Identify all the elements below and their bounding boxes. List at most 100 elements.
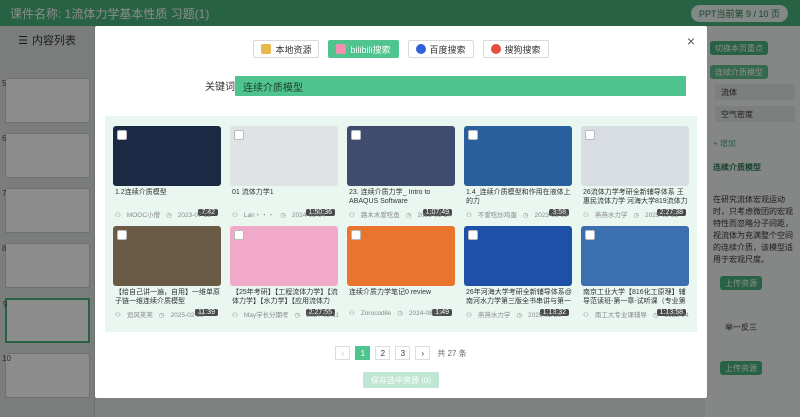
uploader-icon: ⚇	[232, 212, 238, 219]
select-checkbox[interactable]	[234, 230, 244, 240]
calendar-icon: ◷	[516, 312, 522, 319]
video-author: 追风笑笑	[126, 312, 153, 319]
video-card[interactable]: 2:27:38 26流体力学考研全新辅导体系 王惠民流体力学 河海大学819流体力…	[581, 126, 689, 219]
video-meta: ⚇ 南工大专业课辅导 ◷ 2023-04-27	[583, 309, 689, 319]
select-checkbox[interactable]	[351, 130, 361, 140]
video-title[interactable]: 1.2连续介质模型	[115, 188, 221, 197]
video-author: 路木木爱吃鱼	[360, 212, 400, 219]
select-checkbox[interactable]	[468, 130, 478, 140]
video-results-grid: 7:42 1.2连续介质模型 ⚇ MOOC小僧 ◷ 2023-07-12 1:50:36 01…	[105, 116, 697, 332]
video-author: Lan・・・	[243, 212, 275, 219]
video-card[interactable]: 1:50:36 01 流体力学1 ⚇ Lan・・・ ◷ 2024-09-04	[230, 126, 338, 219]
video-author: Zorocodile	[360, 310, 392, 317]
video-date: 2024-09-04	[291, 212, 326, 219]
pagination: ‹ 1 2 3 › 共 27 条	[95, 346, 707, 360]
calendar-icon: ◷	[397, 310, 403, 317]
baidu-search-button[interactable]: 百度搜索	[407, 40, 474, 58]
page-1-button[interactable]: 1	[355, 346, 371, 360]
video-thumbnail[interactable]	[581, 226, 689, 286]
video-thumbnail[interactable]	[347, 126, 455, 186]
uploader-icon: ⚇	[115, 312, 121, 319]
uploader-icon: ⚇	[583, 212, 589, 219]
uploader-icon: ⚇	[466, 212, 472, 219]
calendar-icon: ◷	[166, 212, 172, 219]
local-resource-label: 本地资源	[275, 44, 312, 55]
select-checkbox[interactable]	[351, 230, 361, 240]
select-checkbox[interactable]	[117, 130, 127, 140]
local-resource-button[interactable]: 本地资源	[253, 40, 320, 58]
video-title[interactable]: 1.4_连续介质模型和作用在液体上的力	[466, 188, 572, 206]
video-author: 不爱吃炒鸡蛋	[477, 212, 517, 219]
video-card[interactable]: 1:13:3226年河海大学考研全新辅导体系@南河水力学第三版全书串讲与第一章零…	[464, 226, 572, 319]
video-thumbnail[interactable]	[113, 126, 221, 186]
uploader-icon: ⚇	[232, 312, 238, 319]
video-date: 2023-07-12	[177, 212, 211, 219]
video-thumbnail[interactable]	[464, 226, 572, 286]
video-card[interactable]: 11:39 【给自己讲一遍，自用】一维单原子链一维连续介质模型 ⚇ 追风笑笑 ◷ 2025…	[113, 226, 221, 319]
video-card[interactable]: 1:07:49 23. 连续介质力学_ Intro to ABAQUS Softw…	[347, 126, 455, 219]
baidu-search-label: 百度搜索	[429, 44, 466, 55]
video-title[interactable]: 23. 连续介质力学_ Intro to ABAQUS Software	[349, 188, 455, 206]
bilibili-search-label: bilibili搜索	[350, 44, 391, 55]
save-selected-button[interactable]: 保存选中资源 (0)	[363, 372, 439, 388]
video-meta: ⚇ May学长分期考 ◷ 2024-03-11	[232, 309, 338, 319]
folder-icon	[261, 44, 272, 54]
prev-page-button[interactable]: ‹	[335, 346, 351, 360]
video-meta: ⚇ MOOC小僧 ◷ 2023-07-12	[115, 209, 221, 219]
video-meta: ⚇ 追风笑笑 ◷ 2025-02-25	[115, 309, 221, 319]
select-checkbox[interactable]	[234, 130, 244, 140]
video-author: 燕燕水力学	[594, 212, 628, 219]
video-meta: ⚇ 不爱吃炒鸡蛋 ◷ 2023-05-09	[466, 209, 572, 219]
video-thumbnail[interactable]	[581, 126, 689, 186]
calendar-icon: ◷	[652, 312, 659, 319]
select-checkbox[interactable]	[585, 130, 595, 140]
video-title[interactable]: 连续介质力学笔记0 review	[349, 288, 455, 297]
video-date: 2025-03-22	[645, 212, 679, 219]
video-card[interactable]: 1:13:58南京工业大学【816化工原理】辅导范读班-第一章-试听课（专业第一…	[581, 226, 689, 319]
calendar-icon: ◷	[294, 312, 301, 319]
video-date: 2023-04-27	[664, 312, 690, 319]
video-meta: ⚇ 燕燕水力学 ◷ 2025-02-26	[466, 309, 572, 319]
video-title[interactable]: 【25年考研】【工程流体力学】【流体力学】【水力学】【应用流体力学】…	[232, 288, 338, 306]
video-title[interactable]: 01 流体力学1	[232, 188, 338, 197]
video-thumbnail[interactable]	[113, 226, 221, 286]
sogou-search-button[interactable]: 搜狗搜索	[482, 40, 549, 58]
calendar-icon: ◷	[522, 212, 529, 219]
bilibili-search-button[interactable]: bilibili搜索	[328, 40, 399, 58]
video-title[interactable]: 【给自己讲一遍，自用】一维单原子链一维连续介质模型	[115, 288, 221, 306]
video-date: 2023-03-14	[417, 212, 451, 219]
video-card[interactable]: 7:42 1.2连续介质模型 ⚇ MOOC小僧 ◷ 2023-07-12	[113, 126, 221, 219]
video-title[interactable]: 26年河海大学考研全新辅导体系@南河水力学第三版全书串讲与第一章零基础建试听	[466, 288, 572, 306]
video-date: 2024-03-11	[306, 312, 338, 319]
keyword-input[interactable]: 连续介质模型	[235, 76, 686, 96]
video-card[interactable]: 3:58 1.4_连续介质模型和作用在液体上的力 ⚇ 不爱吃炒鸡蛋 ◷ 2023-05-0…	[464, 126, 572, 219]
video-title[interactable]: 26流体力学考研全新辅导体系 王惠民流体力学 河海大学819流体力学 全书…	[583, 188, 689, 206]
video-meta: ⚇ Lan・・・ ◷ 2024-09-04	[232, 209, 338, 219]
page-2-button[interactable]: 2	[375, 346, 391, 360]
video-meta: ⚇ 路木木爱吃鱼 ◷ 2023-03-14	[349, 209, 455, 219]
source-tabs: 本地资源 bilibili搜索 百度搜索 搜狗搜索	[95, 40, 707, 58]
select-checkbox[interactable]	[117, 230, 127, 240]
total-count: 共 27 条	[437, 348, 467, 358]
video-meta: ⚇ Zorocodile ◷ 2024-08-13	[349, 309, 455, 317]
video-author: 燕燕水力学	[477, 312, 511, 319]
video-card[interactable]: 1:49 连续介质力学笔记0 review ⚇ Zorocodile ◷ 2024-08-…	[347, 226, 455, 319]
page-3-button[interactable]: 3	[395, 346, 411, 360]
calendar-icon: ◷	[280, 212, 286, 219]
baidu-icon	[415, 44, 426, 54]
uploader-icon: ⚇	[115, 212, 121, 219]
video-thumbnail[interactable]	[464, 126, 572, 186]
video-date: 2023-05-09	[534, 212, 568, 219]
video-meta: ⚇ 燕燕水力学 ◷ 2025-03-22	[583, 209, 689, 219]
video-thumbnail[interactable]	[230, 126, 338, 186]
select-checkbox[interactable]	[468, 230, 478, 240]
next-page-button[interactable]: ›	[415, 346, 431, 360]
video-author: MOOC小僧	[126, 212, 161, 219]
video-title[interactable]: 南京工业大学【816化工原理】辅导范读班-第一章-试听课（专业第一学长…	[583, 288, 689, 306]
video-date: 2024-08-13	[408, 310, 443, 317]
calendar-icon: ◷	[405, 212, 412, 219]
video-card[interactable]: 2:27:55【25年考研】【工程流体力学】【流体力学】【水力学】【应用流体力学…	[230, 226, 338, 319]
video-thumbnail[interactable]	[347, 226, 455, 286]
select-checkbox[interactable]	[585, 230, 595, 240]
video-thumbnail[interactable]	[230, 226, 338, 286]
